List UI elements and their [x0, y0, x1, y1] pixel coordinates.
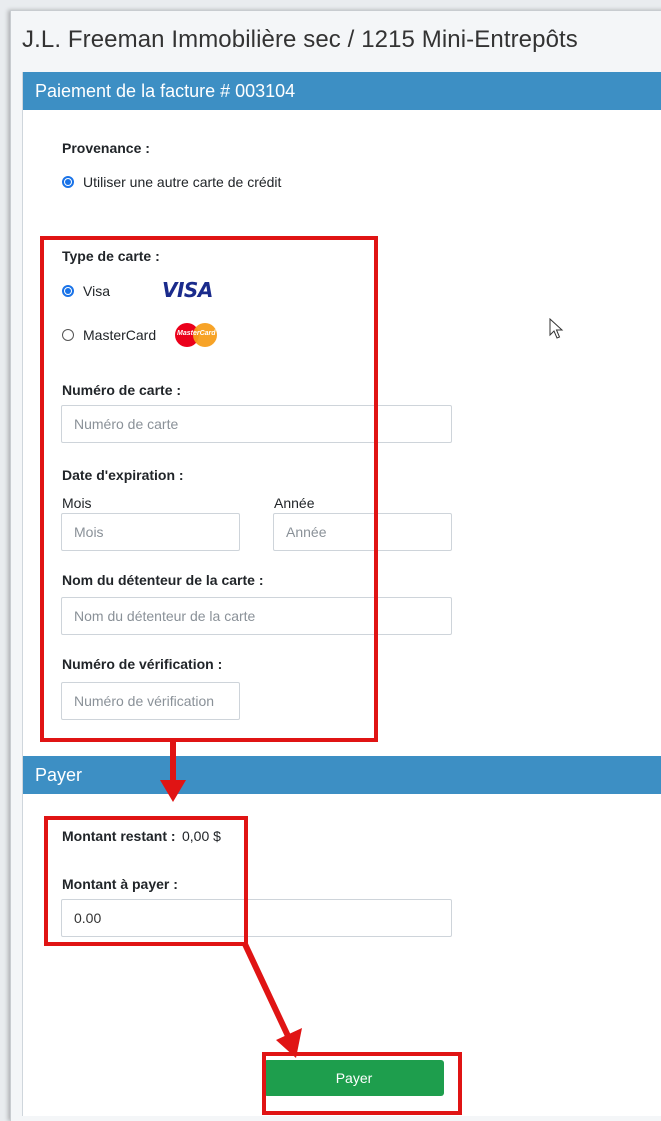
source-label: Provenance :	[62, 140, 150, 156]
source-option-label: Utiliser une autre carte de crédit	[83, 174, 282, 190]
page-title: J.L. Freeman Immobilière sec / 1215 Mini…	[22, 26, 578, 53]
arrow-shaft-1	[170, 742, 176, 784]
arrow-down-icon	[160, 780, 186, 802]
amount-highlight-box	[44, 816, 248, 946]
source-radio-other-card[interactable]	[62, 176, 74, 188]
card-details-highlight-box	[40, 236, 378, 742]
pay-panel-header: Payer	[23, 756, 661, 794]
invoice-panel-header: Paiement de la facture # 003104	[23, 72, 661, 110]
pay-button-highlight-box	[262, 1052, 462, 1115]
mouse-pointer-icon	[549, 318, 564, 339]
arrow-diagonal-icon	[241, 940, 302, 1058]
